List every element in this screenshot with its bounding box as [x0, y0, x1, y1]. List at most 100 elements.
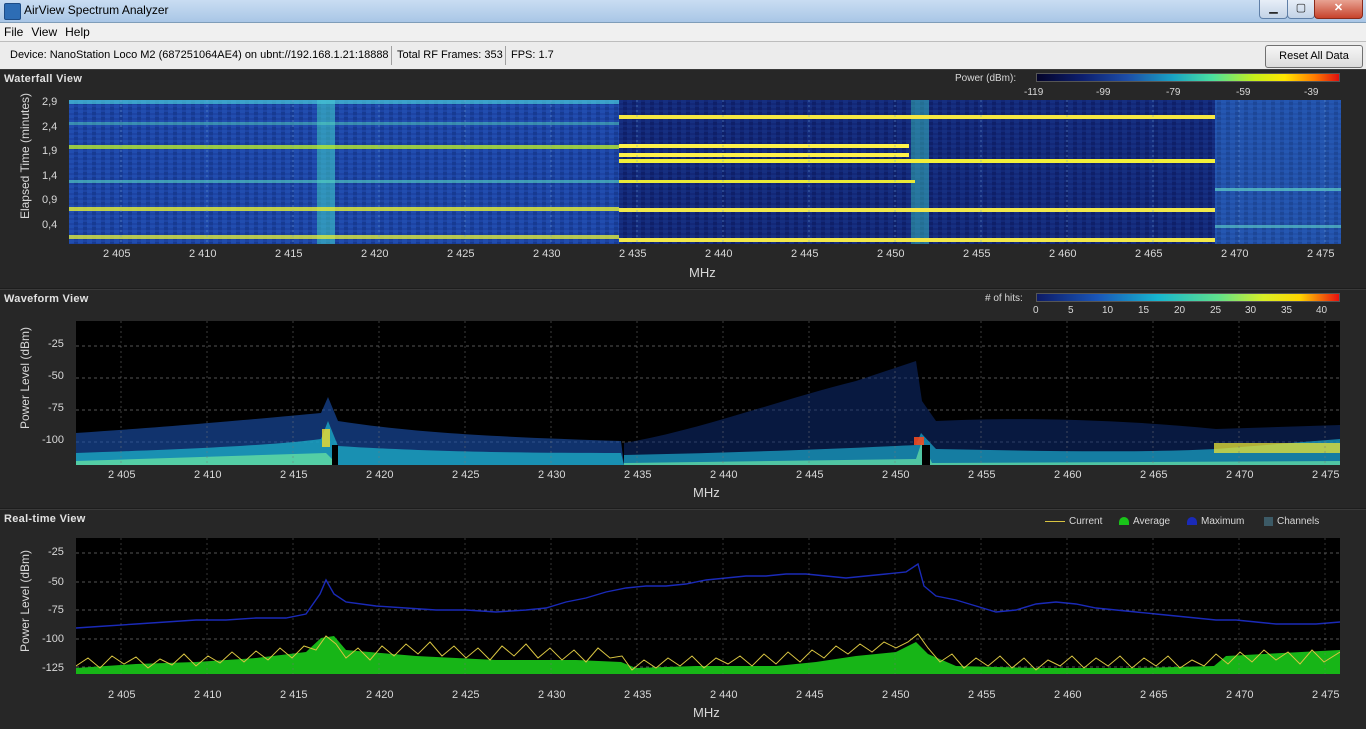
- title-bar: AirView Spectrum Analyzer ▁ ▢ ✕: [0, 0, 1366, 23]
- waterfall-x-tick: 2 450: [877, 248, 905, 260]
- realtime-y-tick: -125: [42, 662, 65, 674]
- close-button[interactable]: ✕: [1314, 0, 1363, 19]
- realtime-title: Real-time View: [4, 513, 86, 525]
- maximize-button[interactable]: ▢: [1287, 0, 1315, 19]
- waterfall-x-tick: 2 425: [447, 248, 475, 260]
- waveform-x-tick: 2 410: [194, 469, 222, 481]
- realtime-x-tick: 2 435: [624, 689, 652, 701]
- device-info: Device: NanoStation Loco M2 (687251064AE…: [10, 49, 389, 61]
- menu-bar: File View Help: [0, 23, 1366, 41]
- current-line-icon: [1045, 520, 1065, 522]
- legend-average[interactable]: Average: [1119, 516, 1170, 527]
- waveform-x-tick: 2 420: [366, 469, 394, 481]
- waterfall-x-axis-title: MHz: [689, 265, 716, 280]
- menu-view[interactable]: View: [27, 23, 61, 39]
- realtime-x-tick: 2 420: [366, 689, 394, 701]
- legend-channels-label: Channels: [1277, 516, 1320, 527]
- waterfall-plot[interactable]: [69, 100, 1341, 244]
- realtime-x-tick: 2 465: [1140, 689, 1168, 701]
- realtime-y-tick: -25: [48, 546, 64, 558]
- realtime-plot[interactable]: [76, 538, 1340, 674]
- legend-maximum-label: Maximum: [1201, 516, 1245, 527]
- window-title: AirView Spectrum Analyzer: [24, 3, 169, 17]
- waveform-x-tick: 2 465: [1140, 469, 1168, 481]
- waveform-plot[interactable]: [76, 321, 1340, 465]
- hits-legend-tick: 5: [1068, 305, 1074, 316]
- legend-maximum[interactable]: Maximum: [1187, 516, 1244, 527]
- waterfall-x-tick: 2 440: [705, 248, 733, 260]
- hits-colorbar: [1036, 293, 1340, 302]
- waveform-x-tick: 2 405: [108, 469, 136, 481]
- power-legend-tick: -99: [1096, 87, 1111, 98]
- hits-legend-title: # of hits:: [985, 293, 1023, 304]
- realtime-x-tick: 2 455: [968, 689, 996, 701]
- waterfall-x-tick: 2 465: [1135, 248, 1163, 260]
- realtime-x-tick: 2 430: [538, 689, 566, 701]
- realtime-y-axis-title: Power Level (dBm): [18, 549, 32, 653]
- realtime-x-tick: 2 470: [1226, 689, 1254, 701]
- realtime-x-tick: 2 460: [1054, 689, 1082, 701]
- waterfall-x-tick: 2 435: [619, 248, 647, 260]
- realtime-y-tick: -75: [48, 604, 64, 616]
- waterfall-heatmap: [69, 100, 1341, 244]
- waterfall-y-tick: 1,4: [42, 170, 58, 182]
- power-legend-title: Power (dBm):: [955, 73, 1017, 84]
- waveform-y-tick: -25: [48, 338, 64, 350]
- hits-legend-tick: 35: [1281, 305, 1293, 316]
- waveform-x-tick: 2 430: [538, 469, 566, 481]
- waveform-density: [76, 321, 1340, 465]
- hits-legend-tick: 40: [1316, 305, 1328, 316]
- waveform-x-tick: 2 440: [710, 469, 738, 481]
- hits-legend-tick: 10: [1102, 305, 1114, 316]
- waveform-x-tick: 2 470: [1226, 469, 1254, 481]
- menu-help[interactable]: Help: [61, 23, 94, 39]
- rf-frames-count: Total RF Frames: 353: [397, 49, 503, 61]
- legend-average-label: Average: [1133, 516, 1171, 527]
- power-legend-tick: -59: [1236, 87, 1251, 98]
- reset-all-data-button[interactable]: Reset All Data: [1265, 45, 1363, 68]
- waveform-x-tick: 2 460: [1054, 469, 1082, 481]
- waterfall-y-tick: 0,9: [42, 194, 58, 206]
- waterfall-y-tick: 2,4: [42, 121, 58, 133]
- waterfall-y-tick: 0,4: [42, 219, 58, 231]
- realtime-x-tick: 2 425: [452, 689, 480, 701]
- legend-current[interactable]: Current: [1045, 516, 1102, 527]
- waveform-x-tick: 2 445: [796, 469, 824, 481]
- waterfall-x-tick: 2 420: [361, 248, 389, 260]
- waterfall-x-tick: 2 410: [189, 248, 217, 260]
- menu-file[interactable]: File: [0, 23, 27, 39]
- hits-legend-tick: 25: [1210, 305, 1222, 316]
- device-info-bar: Device: NanoStation Loco M2 (687251064AE…: [0, 41, 1366, 70]
- waterfall-panel: Waterfall View Power (dBm): -119 -99 -79…: [0, 69, 1366, 288]
- hits-legend-tick: 0: [1033, 305, 1039, 316]
- waterfall-x-tick: 2 430: [533, 248, 561, 260]
- waveform-y-tick: -75: [48, 402, 64, 414]
- realtime-x-axis-title: MHz: [693, 705, 720, 720]
- realtime-x-tick: 2 475: [1312, 689, 1340, 701]
- app-icon: [4, 3, 21, 20]
- minimize-button[interactable]: ▁: [1259, 0, 1288, 19]
- average-area-icon: [1119, 517, 1129, 526]
- hits-legend-tick: 20: [1174, 305, 1186, 316]
- legend-channels[interactable]: Channels: [1264, 516, 1319, 527]
- realtime-x-tick: 2 445: [796, 689, 824, 701]
- realtime-panel: Real-time View Current Average Maximum C…: [0, 509, 1366, 729]
- hits-legend-tick: 30: [1245, 305, 1257, 316]
- waveform-x-tick: 2 475: [1312, 469, 1340, 481]
- channels-square-icon: [1264, 516, 1273, 526]
- power-colorbar: [1036, 73, 1340, 82]
- realtime-x-tick: 2 415: [280, 689, 308, 701]
- waveform-x-tick: 2 435: [624, 469, 652, 481]
- waterfall-x-tick: 2 405: [103, 248, 131, 260]
- waterfall-title: Waterfall View: [4, 73, 83, 85]
- realtime-x-tick: 2 450: [882, 689, 910, 701]
- maximum-area-icon: [1187, 517, 1197, 526]
- waterfall-x-tick: 2 415: [275, 248, 303, 260]
- divider: [505, 46, 506, 65]
- waterfall-y-tick: 2,9: [42, 96, 58, 108]
- waterfall-x-tick: 2 475: [1307, 248, 1335, 260]
- waveform-panel: Waveform View # of hits: 0 5 10 15 20 25…: [0, 289, 1366, 508]
- power-legend-tick: -119: [1024, 87, 1044, 98]
- waveform-y-tick: -50: [48, 370, 64, 382]
- realtime-x-tick: 2 405: [108, 689, 136, 701]
